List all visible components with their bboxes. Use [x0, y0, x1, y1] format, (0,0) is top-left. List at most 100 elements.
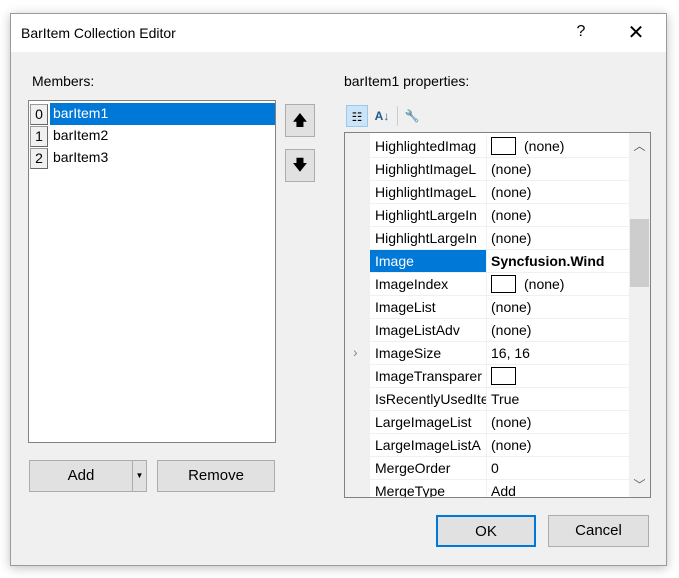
remove-button[interactable]: Remove	[157, 460, 275, 492]
property-name: HighlightedImag	[370, 135, 487, 157]
property-row[interactable]: LargeImageListA (none)	[370, 434, 629, 457]
property-value[interactable]: (none)	[487, 204, 629, 226]
property-value[interactable]	[487, 365, 629, 387]
property-name: MergeType	[370, 480, 487, 497]
image-swatch	[491, 136, 516, 155]
property-pages-wrench-icon: 🔧	[404, 109, 420, 123]
expand-chevron-icon[interactable]: ›	[353, 344, 358, 360]
property-name: ImageList	[370, 296, 487, 318]
property-row[interactable]: HighlightLargeIn (none)	[370, 227, 629, 250]
property-value[interactable]: Add	[487, 480, 629, 498]
item-index: 2	[30, 148, 48, 169]
list-item[interactable]: 2 barItem3	[29, 147, 275, 169]
property-row[interactable]: ImageSize 16, 16	[370, 342, 629, 365]
scroll-down-icon[interactable]: ﹀	[629, 476, 650, 493]
property-value-text: Add	[491, 483, 516, 498]
property-value-text: (none)	[491, 414, 532, 430]
property-name: HighlightLargeIn	[370, 227, 487, 249]
scroll-up-icon[interactable]: ︿	[629, 137, 650, 154]
move-up-button[interactable]: 🡅	[285, 104, 315, 137]
property-value-text: True	[491, 391, 520, 407]
arrow-up-icon: 🡅	[292, 112, 308, 129]
members-list[interactable]: 0 barItem1 1 barItem2 2 barItem3	[28, 100, 276, 443]
property-value-text: (none)	[491, 184, 532, 200]
property-name: ImageListAdv	[370, 319, 487, 341]
scroll-thumb[interactable]	[630, 219, 649, 287]
list-item[interactable]: 0 barItem1	[29, 103, 275, 125]
property-row[interactable]: MergeOrder 0	[370, 457, 629, 480]
window-title: BarItem Collection Editor	[21, 25, 176, 41]
property-row[interactable]: ImageSyncfusion.Wind…	[370, 250, 650, 273]
categorized-icon[interactable]: ☷	[346, 105, 368, 127]
arrow-down-icon: 🡇	[292, 157, 308, 174]
image-swatch	[491, 274, 516, 293]
property-name: IsRecentlyUsedIte	[370, 388, 487, 410]
property-row[interactable]: MergeType Add	[370, 480, 629, 498]
add-button[interactable]: Add ▼	[29, 460, 147, 492]
property-value[interactable]: (none)	[487, 434, 629, 456]
property-value[interactable]: (none)	[487, 296, 629, 318]
property-name: HighlightImageL	[370, 158, 487, 180]
property-row[interactable]: ImageList (none)	[370, 296, 629, 319]
property-value-text: (none)	[491, 207, 532, 223]
property-grid[interactable]: HighlightedImag (none) HighlightImageL (non…	[344, 132, 651, 498]
property-value[interactable]: (none)	[487, 135, 629, 157]
property-value-text: (none)	[524, 138, 565, 154]
property-value[interactable]: 0	[487, 457, 629, 479]
property-name: LargeImageList	[370, 411, 487, 433]
property-value[interactable]: (none)	[487, 411, 629, 433]
property-value[interactable]: (none)	[487, 227, 629, 249]
vertical-scrollbar[interactable]: ︿ ﹀	[629, 133, 650, 497]
property-value-text: (none)	[491, 437, 532, 453]
ok-button[interactable]: OK	[436, 515, 536, 547]
move-down-button[interactable]: 🡇	[285, 149, 315, 182]
property-row[interactable]: HighlightedImag (none)	[370, 135, 629, 158]
close-button[interactable]: ✕	[621, 20, 651, 45]
property-name: ImageIndex	[370, 273, 487, 295]
property-value-text: 16, 16	[491, 345, 530, 361]
property-value-text: (none)	[491, 161, 532, 177]
property-value[interactable]: Syncfusion.Wind	[487, 250, 629, 272]
property-row[interactable]: HighlightLargeIn (none)	[370, 204, 629, 227]
title-bar: BarItem Collection Editor ? ✕	[11, 14, 666, 52]
property-value[interactable]: (none)	[487, 181, 629, 203]
collection-editor-dialog: BarItem Collection Editor ? ✕ Members: 0…	[10, 13, 667, 566]
property-name: HighlightImageL	[370, 181, 487, 203]
list-item[interactable]: 1 barItem2	[29, 125, 275, 147]
property-value[interactable]: (none)	[487, 273, 629, 295]
property-value[interactable]: (none)	[487, 319, 629, 341]
add-label: Add	[67, 467, 95, 484]
property-row[interactable]: ImageListAdv (none)	[370, 319, 629, 342]
property-name: LargeImageListA	[370, 434, 487, 456]
toolbar-separator	[397, 106, 398, 126]
property-value-text: (none)	[491, 230, 532, 246]
property-row[interactable]: IsRecentlyUsedIte True	[370, 388, 629, 411]
grid-gutter	[345, 133, 370, 497]
property-row[interactable]: HighlightImageL (none)	[370, 181, 629, 204]
cancel-button[interactable]: Cancel	[548, 515, 649, 547]
item-index: 0	[30, 104, 48, 125]
property-name: ImageTransparer	[370, 365, 487, 387]
property-name: HighlightLargeIn	[370, 204, 487, 226]
property-row[interactable]: ImageTransparer	[370, 365, 629, 388]
item-name: barItem1	[50, 103, 275, 125]
property-row[interactable]: HighlightImageL (none)	[370, 158, 629, 181]
item-name: barItem3	[53, 149, 109, 165]
property-value[interactable]: 16, 16	[487, 342, 629, 364]
item-name: barItem2	[53, 127, 109, 143]
property-row[interactable]: LargeImageList (none)	[370, 411, 629, 434]
properties-label: barItem1 properties:	[344, 73, 470, 89]
image-swatch	[491, 366, 516, 385]
property-value[interactable]: True	[487, 388, 629, 410]
property-value-text: (none)	[524, 276, 565, 292]
property-row[interactable]: ImageIndex (none)	[370, 273, 629, 296]
add-dropdown-icon[interactable]: ▼	[132, 461, 146, 491]
property-value-text: Syncfusion.Wind	[491, 253, 605, 269]
property-name: ImageSize	[370, 342, 487, 364]
property-value[interactable]: (none)	[487, 158, 629, 180]
property-name: Image	[370, 250, 487, 272]
help-button[interactable]: ?	[571, 23, 591, 41]
property-name: MergeOrder	[370, 457, 487, 479]
property-value-text: 0	[491, 460, 499, 476]
alphabetical-icon[interactable]: A↓	[371, 105, 393, 127]
